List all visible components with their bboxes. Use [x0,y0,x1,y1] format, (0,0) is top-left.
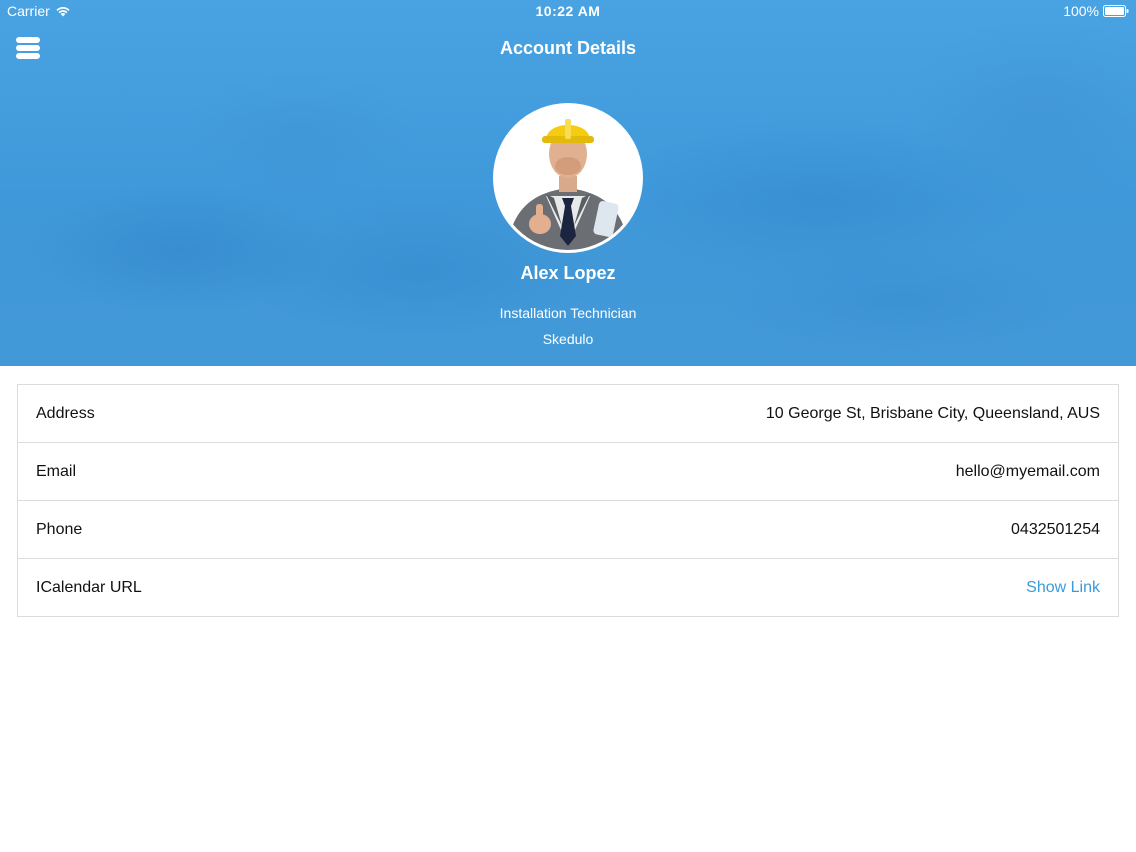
status-bar: Carrier 10:22 AM 100% [0,0,1136,24]
page-title: Account Details [499,38,637,58]
avatar-photo [496,106,640,250]
user-name: Alex Lopez [520,263,616,283]
address-label: Address [36,404,95,422]
status-time: 10:22 AM [535,3,601,19]
avatar[interactable] [493,103,643,253]
battery-percent: 100% [1063,3,1099,19]
detail-row-email: Email hello@myemail.com [18,443,1118,501]
account-details-list: Address 10 George St, Brisbane City, Que… [17,384,1119,617]
show-link-button[interactable]: Show Link [1026,579,1100,597]
battery-group: 100% [1063,3,1129,19]
email-label: Email [36,462,77,480]
detail-row-address: Address 10 George St, Brisbane City, Que… [18,385,1118,443]
icalendar-label: ICalendar URL [36,578,142,596]
profile-header: Carrier 10:22 AM 100% Account Details Al… [0,0,1136,366]
phone-label: Phone [36,520,83,538]
phone-value: 0432501254 [1011,520,1100,538]
address-value: 10 George St, Brisbane City, Queensland,… [765,404,1100,422]
user-company: Skedulo [542,331,594,347]
detail-row-icalendar: ICalendar URL Show Link [18,559,1118,616]
detail-row-phone: Phone 0432501254 [18,501,1118,559]
battery-icon [1103,5,1129,17]
user-role: Installation Technician [499,305,637,321]
email-value: hello@myemail.com [955,462,1100,480]
